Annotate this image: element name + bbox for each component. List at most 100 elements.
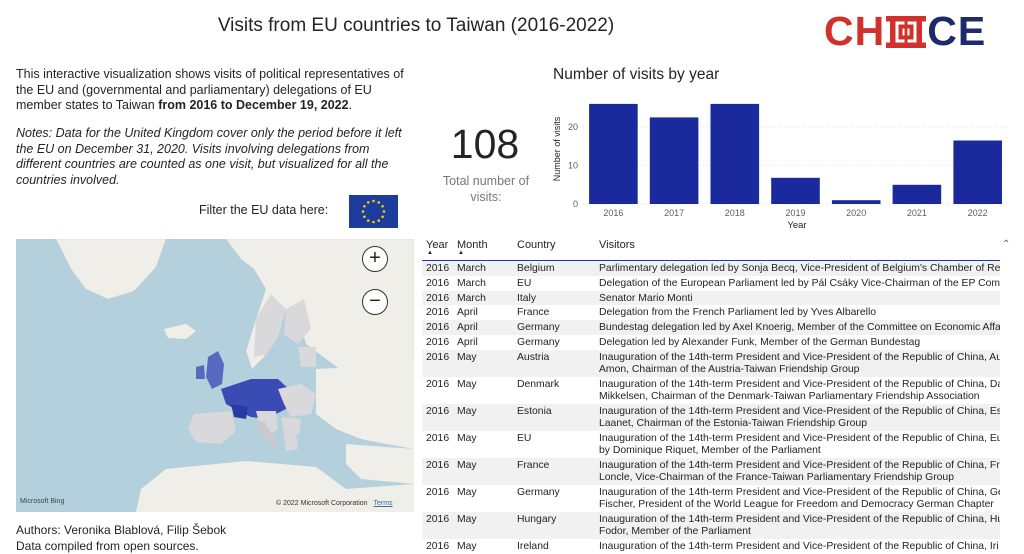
- visitors-line: Loncle, Vice-Chairman of the France-Taiw…: [599, 472, 954, 484]
- visitors-line: Mikkelsen, Chairman of the Denmark-Taiwa…: [599, 391, 980, 403]
- logo-chinese-glyph-icon: [886, 13, 927, 48]
- cell-month: May: [457, 459, 477, 471]
- bar-2017[interactable]: [649, 117, 699, 204]
- header-month[interactable]: Month: [457, 239, 515, 251]
- eu-star-icon: [381, 204, 384, 208]
- table-row[interactable]: 2016 March EU Delegation of the European Pa…: [422, 276, 1000, 291]
- table-row[interactable]: 2016 March Italy Senator Mario Monti: [422, 290, 1000, 306]
- cell-month: May: [457, 378, 477, 390]
- header-country[interactable]: Country: [517, 239, 597, 251]
- visitors-line: Amon, Chairman of the Austria-Taiwan Fri…: [599, 364, 860, 376]
- table-row[interactable]: 2016 May EU Inauguration of the 14th-term P…: [422, 431, 1000, 458]
- x-axis-label: Year: [787, 220, 806, 231]
- cell-month: May: [457, 540, 477, 551]
- zoom-in-button[interactable]: +: [362, 246, 388, 272]
- eu-star-icon: [361, 210, 365, 213]
- cell-country: Italy: [517, 292, 537, 304]
- scroll-up-icon[interactable]: ⌃: [1002, 239, 1010, 250]
- visits-table[interactable]: Year ▲ Month ▲ Country Visitors 2016 Marc…: [422, 236, 1010, 551]
- eu-flag-icon: [349, 195, 398, 228]
- table-row[interactable]: 2016 May Denmark Inauguration of the 14th-t…: [422, 377, 1000, 404]
- bar-2020[interactable]: [831, 200, 881, 204]
- table-row[interactable]: 2016 April France Delegation from the Frenc…: [422, 305, 1000, 320]
- visitors-line: Inauguration of the 14th-term President …: [599, 513, 1000, 525]
- notes-text: Notes: Data for the United Kingdom cover…: [16, 126, 402, 187]
- bar-2019[interactable]: [771, 177, 820, 204]
- map-canvas[interactable]: [16, 239, 414, 512]
- cell-visitors: Inauguration of the 14th-term President …: [599, 433, 1000, 458]
- visitors-line: Inauguration of the 14th-term President …: [599, 405, 1000, 417]
- cell-visitors: Inauguration of the 14th-term President …: [599, 352, 1000, 377]
- cell-month: March: [457, 277, 486, 289]
- visitors-line: Fischer, President of the World League f…: [599, 499, 994, 511]
- cell-country: Germany: [517, 337, 560, 348]
- cell-visitors: Inauguration of the 14th-term President …: [599, 541, 1000, 551]
- y-tick-label: 20: [568, 122, 578, 132]
- cell-visitors: Bundestag delegation led by Axel Knoerig…: [599, 322, 1000, 335]
- cell-country: Austria: [517, 351, 550, 363]
- cell-month: April: [457, 337, 478, 348]
- source-text: Data compiled from open sources.: [16, 539, 199, 553]
- cell-visitors: Senator Mario Monti: [599, 293, 1000, 306]
- cell-visitors: Inauguration of the 14th-term President …: [599, 379, 1000, 404]
- table-row[interactable]: 2016 March Belgium Parlimentary delegation …: [422, 261, 1000, 276]
- eu-star-icon: [381, 215, 384, 219]
- table-row[interactable]: 2016 May Ireland Inauguration of the 14th-t…: [422, 539, 1000, 551]
- table-row[interactable]: 2016 May France Inauguration of the 14th-te…: [422, 457, 1000, 485]
- cell-visitors: Inauguration of the 14th-term President …: [599, 514, 1000, 539]
- intro-period: .: [348, 98, 353, 112]
- bar-2022[interactable]: [953, 140, 1002, 205]
- bar-2021[interactable]: [892, 184, 942, 204]
- cell-country: Germany: [517, 486, 560, 498]
- cell-month: May: [457, 405, 477, 417]
- logo-text-right: CE: [927, 8, 987, 54]
- page-title: Visits from EU countries to Taiwan (2016…: [217, 15, 615, 36]
- sort-asc-icon: ▲: [458, 250, 464, 256]
- eu-flag-filter-button[interactable]: [349, 195, 398, 228]
- visits-by-year-chart[interactable]: 0 10 20 2016 2017 2018 2019 2020 2021 2022 Number…: [540, 90, 1010, 232]
- total-visits-value: 108: [450, 121, 520, 167]
- header-visitors[interactable]: Visitors: [599, 239, 1000, 252]
- filter-label: Filter the EU data here:: [199, 203, 329, 217]
- logo-text-left: CH: [824, 8, 886, 54]
- zoom-out-button[interactable]: −: [362, 289, 388, 315]
- bar-2016[interactable]: [589, 103, 638, 204]
- table-row[interactable]: 2016 May Estonia Inauguration of the 14th-t…: [422, 403, 1000, 431]
- cell-country: Germany: [517, 322, 560, 334]
- visitors-line: Inauguration of the 14th-term President …: [599, 540, 999, 551]
- cell-visitors: Inauguration of the 14th-term President …: [599, 487, 1000, 512]
- terms-link[interactable]: Terms: [374, 500, 393, 507]
- cell-year: 2016: [426, 337, 450, 348]
- table-row[interactable]: 2016 May Austria Inauguration of the 14th-t…: [422, 349, 1000, 377]
- y-axis-label: Number of visits: [552, 116, 562, 181]
- cell-year: 2016: [426, 540, 450, 551]
- visitors-line: Inauguration of the 14th-term President …: [599, 486, 1000, 498]
- cell-month: May: [457, 486, 477, 498]
- eu-star-icon: [363, 204, 366, 208]
- x-tick-label: 2017: [664, 208, 684, 218]
- cell-visitors: Delegation of the European Parliament le…: [599, 278, 1000, 291]
- table-row[interactable]: 2016 April Germany Bundestag delegation led…: [422, 320, 1000, 335]
- cell-country: Denmark: [517, 378, 560, 390]
- table-row[interactable]: 2016 May Hungary Inauguration of the 14th-t…: [422, 511, 1000, 539]
- cell-year: 2016: [426, 292, 450, 304]
- total-visits-label: Total number of visits:: [442, 174, 530, 204]
- cell-month: March: [457, 263, 486, 274]
- cell-year: 2016: [426, 277, 450, 289]
- cell-visitors: Parlimentary delegation led by Sonja Bec…: [599, 263, 1000, 276]
- visitors-line: Inauguration of the 14th-term President …: [599, 432, 1000, 444]
- table-row[interactable]: 2016 May Germany Inauguration of the 14th-t…: [422, 485, 1000, 512]
- cell-month: May: [457, 513, 477, 525]
- eu-star-icon: [366, 219, 370, 222]
- bar-2018[interactable]: [710, 103, 760, 204]
- table-row[interactable]: 2016 April Germany Delegation led by Alexan…: [422, 335, 1000, 350]
- cell-visitors: Inauguration of the 14th-term President …: [599, 406, 1000, 431]
- visitors-line: Fodor, Member of the Parliament: [599, 526, 751, 538]
- cell-visitors: Delegation from the French Parliament le…: [599, 307, 1000, 320]
- intro-text: This interactive visualization shows vis…: [16, 67, 416, 114]
- europe-map[interactable]: + − Microsoft Bing © 2022 Microsoft Corp…: [16, 239, 414, 512]
- cell-year: 2016: [426, 322, 450, 334]
- cell-country: France: [517, 307, 550, 319]
- visitors-line: Inauguration of the 14th-term President …: [599, 459, 1000, 471]
- cell-year: 2016: [426, 307, 450, 319]
